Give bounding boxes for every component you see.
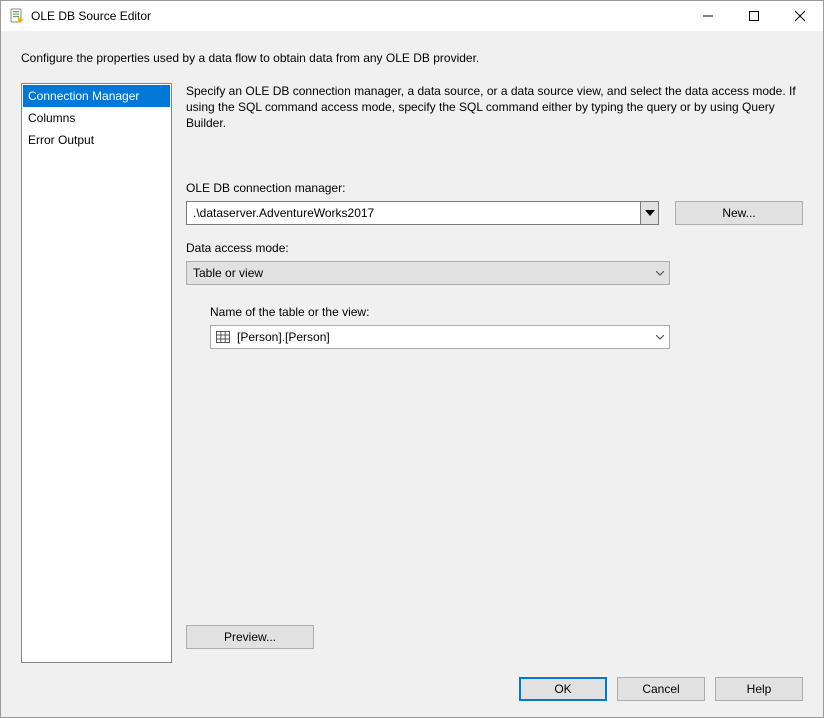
panel-intro: Specify an OLE DB connection manager, a … (186, 83, 803, 131)
data-access-mode-label: Data access mode: (186, 241, 803, 255)
preview-button[interactable]: Preview... (186, 625, 314, 649)
close-button[interactable] (777, 1, 823, 31)
content-panel: Specify an OLE DB connection manager, a … (186, 83, 803, 663)
chevron-down-icon (651, 271, 669, 276)
sidebar-item-label: Error Output (28, 133, 94, 147)
new-connection-button[interactable]: New... (675, 201, 803, 225)
titlebar: OLE DB Source Editor (1, 1, 823, 31)
cancel-button[interactable]: Cancel (617, 677, 705, 701)
table-name-value: [Person].[Person] (231, 330, 651, 344)
app-icon (9, 8, 25, 24)
table-icon (211, 331, 231, 343)
sidebar-item-label: Connection Manager (28, 89, 139, 103)
sidebar: Connection Manager Columns Error Output (21, 83, 172, 663)
main-area: Connection Manager Columns Error Output … (1, 83, 823, 663)
dialog-button-bar: OK Cancel Help (1, 663, 823, 717)
sidebar-item-error-output[interactable]: Error Output (23, 129, 170, 151)
sidebar-item-connection-manager[interactable]: Connection Manager (23, 85, 170, 107)
button-label: Preview... (224, 630, 276, 644)
dialog-description: Configure the properties used by a data … (1, 31, 823, 83)
ok-button[interactable]: OK (519, 677, 607, 701)
window-controls (685, 1, 823, 31)
button-label: Cancel (642, 682, 679, 696)
client-area: Configure the properties used by a data … (1, 31, 823, 717)
button-label: Help (747, 682, 772, 696)
chevron-down-icon[interactable] (640, 202, 658, 224)
table-name-combo[interactable]: [Person].[Person] (210, 325, 670, 349)
button-label: OK (554, 682, 571, 696)
connection-manager-value: .\dataserver.AdventureWorks2017 (187, 206, 640, 220)
chevron-down-icon (651, 335, 669, 340)
data-access-mode-select[interactable]: Table or view (186, 261, 670, 285)
sidebar-item-columns[interactable]: Columns (23, 107, 170, 129)
help-button[interactable]: Help (715, 677, 803, 701)
window-title: OLE DB Source Editor (31, 9, 685, 23)
minimize-button[interactable] (685, 1, 731, 31)
data-access-mode-value: Table or view (187, 266, 651, 280)
connection-manager-combo[interactable]: .\dataserver.AdventureWorks2017 (186, 201, 659, 225)
maximize-button[interactable] (731, 1, 777, 31)
table-name-label: Name of the table or the view: (210, 305, 803, 319)
sidebar-item-label: Columns (28, 111, 75, 125)
dialog-window: OLE DB Source Editor Configure the prope… (0, 0, 824, 718)
button-label: New... (722, 206, 755, 220)
connection-manager-label: OLE DB connection manager: (186, 181, 803, 195)
